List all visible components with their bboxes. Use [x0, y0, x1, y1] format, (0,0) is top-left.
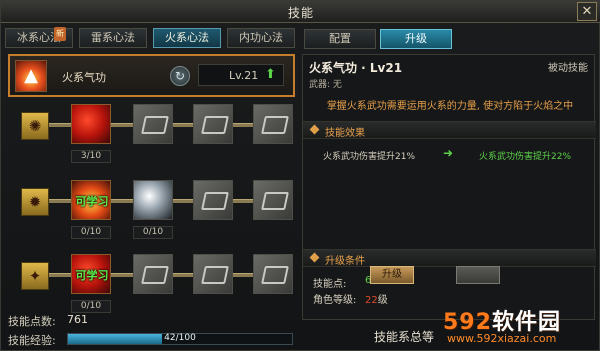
new-badge: 新	[54, 27, 66, 41]
connector	[233, 123, 253, 127]
weapon-requirement: 武器: 无	[309, 80, 342, 90]
locked-node-icon[interactable]	[253, 180, 293, 220]
skill-tree: ✺ 3/10 ✹ 可学习 0/10 0/10 ✦ 可学习 0/10	[5, 100, 297, 324]
skill-tree-panel: 冰系心法 新 雷系心法 火系心法 内功心法 ▲ 火系气功 ↻ Lv.21 ⬆ ✺…	[5, 26, 297, 324]
tab-upgrade[interactable]: 升级	[380, 29, 452, 49]
arrow-right-icon: ➜	[443, 146, 454, 160]
watermark-url: www.592xiazai.com	[447, 332, 557, 345]
connector	[233, 199, 253, 203]
node-count: 0/10	[133, 226, 173, 239]
upgrade-button[interactable]: 升级	[370, 266, 414, 284]
learnable-label: 可学习	[75, 269, 109, 282]
footer-text: 技能系总等	[374, 330, 435, 344]
points-label: 技能点数:	[8, 315, 56, 328]
tab-fire[interactable]: 火系心法	[153, 28, 221, 48]
shield-category-icon: ✦	[21, 262, 49, 290]
tab-config[interactable]: 配置	[304, 29, 376, 49]
section-title: 升级条件	[325, 256, 365, 267]
exp-label: 技能经验:	[8, 334, 56, 347]
req-level-value: 22	[365, 295, 378, 306]
locked-node-icon[interactable]	[193, 254, 233, 294]
req-points-label: 技能点:	[313, 279, 347, 290]
req-level: 22级	[365, 291, 388, 306]
detail-skill-name: 火系气功 · Lv21	[309, 61, 403, 75]
tab-inner[interactable]: 内功心法	[227, 28, 295, 48]
tab-label: 内功心法	[239, 31, 283, 44]
skill-node[interactable]	[71, 104, 111, 144]
tree-row-2: ✹ 可学习 0/10 0/10	[5, 178, 297, 244]
site-watermark: 592软件园 www.592xiazai.com	[443, 304, 593, 350]
req-level-unit: 级	[377, 295, 388, 306]
connector	[111, 199, 133, 203]
skill-node[interactable]: 可学习	[71, 180, 111, 220]
detail-tabs: 配置 升级	[300, 26, 597, 51]
close-button[interactable]: ✕	[577, 2, 597, 21]
title-bar: 技能 ✕	[1, 1, 600, 23]
skill-node[interactable]	[133, 180, 173, 220]
section-title: 技能效果	[325, 128, 365, 139]
passive-tag: 被动技能	[548, 63, 588, 74]
locked-node-icon[interactable]	[253, 104, 293, 144]
connector	[233, 273, 253, 277]
refresh-icon[interactable]: ↻	[170, 66, 190, 86]
effect-section-header: 技能效果	[303, 121, 596, 139]
connector	[173, 199, 193, 203]
learnable-label: 可学习	[75, 195, 109, 208]
locked-node-icon[interactable]	[193, 104, 233, 144]
effect-next: 火系武功伤害提升22%	[479, 152, 572, 162]
tree-row-1: ✺ 3/10	[5, 102, 297, 168]
locked-node-icon[interactable]	[133, 254, 173, 294]
skill-stats: 技能点数: 761 技能经验: 42/100	[1, 309, 299, 351]
flame-category-icon: ✺	[21, 112, 49, 140]
exp-text: 42/100	[164, 333, 196, 343]
window-title: 技能	[287, 6, 314, 20]
skill-description: 掌握火系武功需要运用火系的力量, 使对方陷于火焰之中	[326, 101, 574, 112]
detail-card: 火系气功 · Lv21 被动技能 武器: 无 掌握火系武功需要运用火系的力量, …	[302, 54, 596, 320]
level-text: Lv.21	[229, 69, 259, 82]
node-count: 3/10	[71, 150, 111, 163]
skill-node[interactable]: 可学习	[71, 254, 111, 294]
node-count: 0/10	[71, 226, 111, 239]
level-up-arrow-icon[interactable]: ⬆	[265, 67, 276, 82]
main-skill-name: 火系气功	[62, 71, 106, 84]
req-level-label: 角色等级:	[313, 295, 357, 306]
connector	[111, 123, 133, 127]
exp-bar: 42/100	[67, 333, 293, 345]
school-tabs: 冰系心法 新 雷系心法 火系心法 内功心法	[5, 26, 297, 50]
tab-label: 雷系心法	[91, 31, 135, 44]
connector	[49, 273, 71, 277]
connector	[49, 123, 71, 127]
locked-node-icon[interactable]	[253, 254, 293, 294]
connector	[111, 273, 133, 277]
secondary-button[interactable]	[456, 266, 500, 284]
skill-window: 技能 ✕ 冰系心法 新 雷系心法 火系心法 内功心法 ▲ 火系气功 ↻ Lv.2…	[0, 0, 600, 351]
main-skill-card[interactable]: ▲ 火系气功 ↻ Lv.21 ⬆	[8, 54, 295, 97]
tab-ice[interactable]: 冰系心法 新	[5, 27, 73, 48]
skill-detail-panel: 配置 升级 火系气功 · Lv21 被动技能 武器: 无 掌握火系武功需要运用火…	[300, 26, 597, 351]
diamond-icon	[309, 124, 320, 135]
burst-category-icon: ✹	[21, 188, 49, 216]
locked-node-icon[interactable]	[193, 180, 233, 220]
level-box: Lv.21 ⬆	[198, 64, 284, 86]
points-value: 761	[67, 313, 88, 326]
connector	[173, 273, 193, 277]
requirement-section-header: 升级条件	[303, 249, 596, 267]
locked-node-icon[interactable]	[133, 104, 173, 144]
effect-current: 火系武功伤害提升21%	[323, 152, 416, 162]
tab-label: 火系心法	[165, 31, 209, 44]
connector	[173, 123, 193, 127]
connector	[49, 199, 71, 203]
diamond-icon	[309, 252, 320, 263]
fire-icon: ▲	[15, 60, 47, 92]
tab-thunder[interactable]: 雷系心法	[79, 28, 147, 48]
